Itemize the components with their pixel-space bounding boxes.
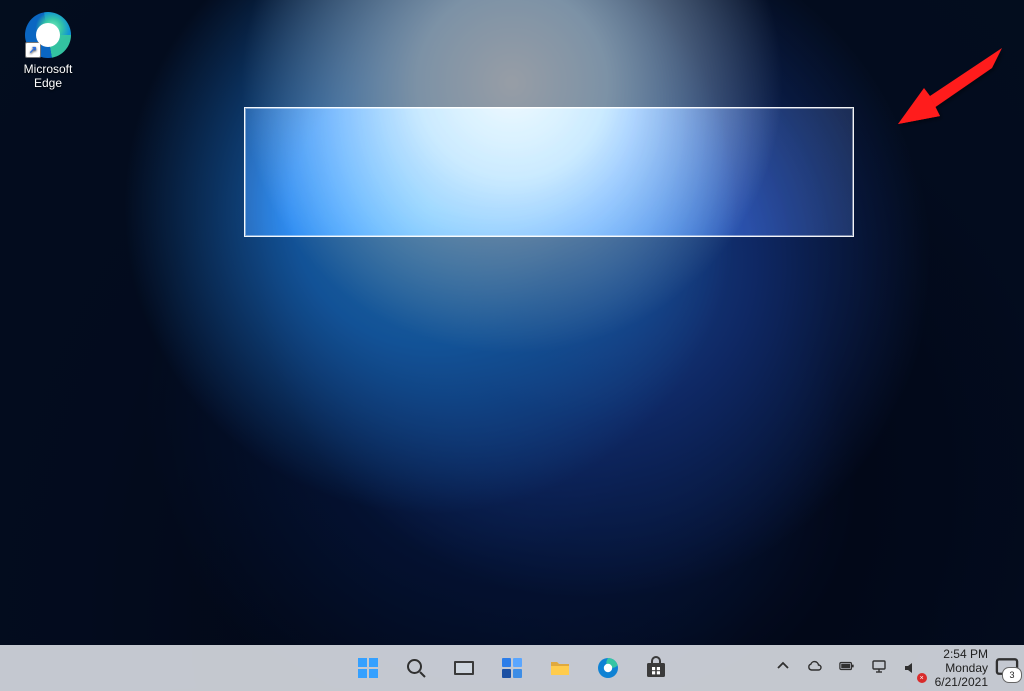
tray-onedrive[interactable]	[803, 654, 827, 683]
tray-network[interactable]	[867, 654, 891, 683]
file-explorer-button[interactable]	[541, 649, 579, 687]
store-icon	[644, 656, 668, 680]
windows-logo-icon	[356, 656, 380, 680]
widgets-icon	[500, 656, 524, 680]
system-tray: ×	[765, 654, 929, 683]
battery-icon	[839, 658, 855, 674]
desktop-icon-edge[interactable]: ↗ MicrosoftEdge	[10, 12, 86, 90]
task-view-icon	[452, 656, 476, 680]
search-icon	[404, 656, 428, 680]
taskbar-center	[349, 645, 675, 691]
action-center-button[interactable]: 3	[994, 655, 1020, 681]
desktop-wallpaper[interactable]: ↗ MicrosoftEdge	[0, 0, 1024, 691]
clock-date: 6/21/2021	[935, 675, 988, 689]
search-button[interactable]	[397, 649, 435, 687]
snip-selection[interactable]	[244, 107, 854, 237]
edge-taskbar-icon	[596, 656, 620, 680]
widgets-button[interactable]	[493, 649, 531, 687]
store-button[interactable]	[637, 649, 675, 687]
volume-muted-badge: ×	[917, 673, 927, 683]
taskbar-right: × 2:54 PM Monday 6/21/2021 3	[765, 645, 1020, 691]
clock-day: Monday	[935, 661, 988, 675]
task-view-button[interactable]	[445, 649, 483, 687]
tray-volume[interactable]: ×	[899, 656, 923, 680]
start-button[interactable]	[349, 649, 387, 687]
taskbar: × 2:54 PM Monday 6/21/2021 3	[0, 645, 1024, 691]
taskbar-clock[interactable]: 2:54 PM Monday 6/21/2021	[931, 647, 992, 689]
cloud-icon	[807, 658, 823, 674]
notification-badge: 3	[1002, 667, 1022, 683]
tray-overflow-button[interactable]	[771, 654, 795, 683]
volume-icon	[903, 660, 919, 676]
desktop-icon-label: MicrosoftEdge	[24, 62, 73, 90]
file-explorer-icon	[548, 656, 572, 680]
clock-time: 2:54 PM	[935, 647, 988, 661]
chevron-up-icon	[775, 658, 791, 674]
edge-icon: ↗	[25, 12, 71, 58]
snip-dim-overlay	[0, 0, 1024, 691]
network-icon	[871, 658, 887, 674]
tray-battery[interactable]	[835, 654, 859, 683]
edge-button[interactable]	[589, 649, 627, 687]
shortcut-arrow-icon: ↗	[25, 42, 41, 58]
